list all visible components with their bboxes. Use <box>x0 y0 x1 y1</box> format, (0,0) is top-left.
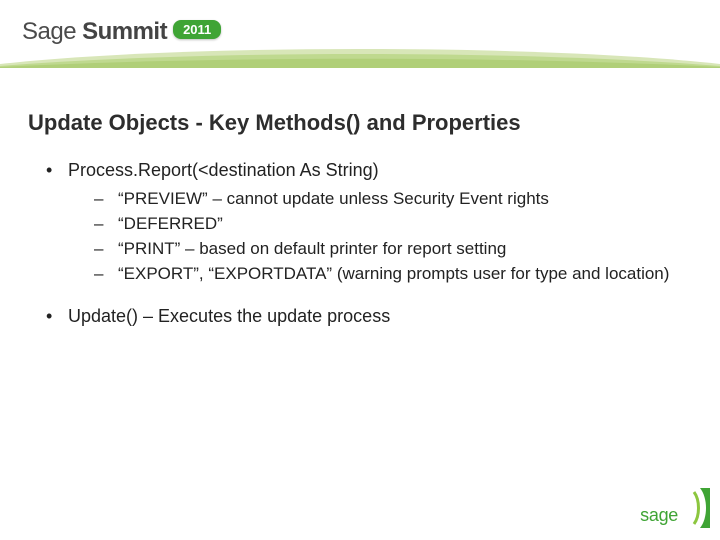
sub-bullet-text: “EXPORT”, “EXPORTDATA” (warning prompts … <box>118 264 669 283</box>
list-item: Process.Report(<destination As String) “… <box>46 158 692 286</box>
slide-content: Update Objects - Key Methods() and Prope… <box>28 110 692 346</box>
list-item: “EXPORT”, “EXPORTDATA” (warning prompts … <box>94 263 692 286</box>
sub-bullet-text: “DEFERRED” <box>118 214 223 233</box>
brand-word-summit: Summit <box>82 18 167 46</box>
slide-header: Sage Summit 2011 <box>0 0 720 80</box>
list-item: Update() – Executes the update process <box>46 304 692 328</box>
year-badge: 2011 <box>173 20 221 39</box>
footer-brand-text: sage <box>640 505 678 526</box>
sub-list: “PREVIEW” – cannot update unless Securit… <box>68 188 692 286</box>
footer-accent-icon <box>680 488 710 528</box>
bullet-text: Update() – Executes the update process <box>68 306 390 326</box>
list-item: “PRINT” – based on default printer for r… <box>94 238 692 261</box>
bullet-text: Process.Report(<destination As String) <box>68 160 379 180</box>
brand-logo: Sage Summit 2011 <box>22 18 221 46</box>
list-item: “PREVIEW” – cannot update unless Securit… <box>94 188 692 211</box>
list-item: “DEFERRED” <box>94 213 692 236</box>
slide-title: Update Objects - Key Methods() and Prope… <box>28 110 692 136</box>
sub-bullet-text: “PRINT” – based on default printer for r… <box>118 239 506 258</box>
bullet-list: Process.Report(<destination As String) “… <box>28 158 692 328</box>
sub-bullet-text: “PREVIEW” – cannot update unless Securit… <box>118 189 549 208</box>
brand-word-sage: Sage <box>22 18 76 46</box>
